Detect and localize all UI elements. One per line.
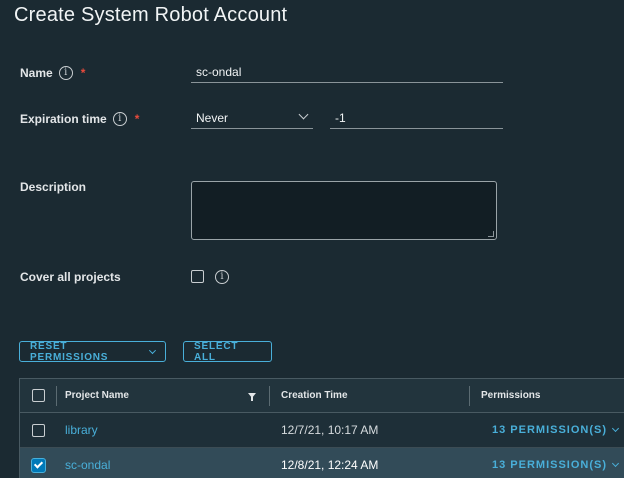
name-label-row: Name i *	[20, 66, 85, 80]
expiration-select-value: Never	[196, 111, 229, 125]
project-name-link[interactable]: library	[65, 413, 98, 447]
permissions-label: 13 PERMISSION(S)	[492, 424, 608, 436]
projects-table: Project Name Creation Time Permissions l…	[19, 378, 624, 478]
table-row[interactable]: sc-ondal 12/8/21, 12:24 AM 13 PERMISSION…	[20, 448, 624, 478]
header-project-name[interactable]: Project Name	[65, 379, 129, 412]
expiration-label: Expiration time	[20, 112, 107, 126]
reset-permissions-button[interactable]: RESET PERMISSIONS	[19, 340, 166, 363]
row-select-cell	[31, 448, 46, 478]
permissions-label: 13 PERMISSION(S)	[492, 459, 608, 471]
expiration-days-input[interactable]: -1	[330, 109, 503, 129]
select-all-label: SELECT ALL	[194, 340, 239, 363]
info-icon[interactable]: i	[58, 66, 73, 80]
column-separator	[56, 386, 57, 406]
table-header: Project Name Creation Time Permissions	[20, 379, 624, 413]
required-asterisk: *	[134, 112, 140, 126]
info-icon[interactable]: i	[112, 112, 127, 126]
table-row[interactable]: library 12/7/21, 10:17 AM 13 PERMISSION(…	[20, 413, 624, 448]
required-asterisk: *	[80, 66, 86, 80]
cover-all-checkbox[interactable]	[191, 270, 204, 283]
reset-permissions-label: RESET PERMISSIONS	[30, 340, 109, 363]
description-label: Description	[20, 180, 87, 194]
project-name-link[interactable]: sc-ondal	[65, 448, 110, 478]
chevron-down-icon	[298, 109, 309, 120]
column-separator[interactable]	[469, 386, 470, 406]
description-textarea[interactable]	[191, 181, 497, 240]
name-input[interactable]: sc-ondal	[191, 63, 503, 83]
chevron-down-icon	[611, 424, 620, 433]
chevron-down-icon	[611, 459, 620, 468]
description-label-row: Description	[20, 180, 86, 194]
cover-all-label-row: Cover all projects	[20, 270, 121, 284]
expiration-label-row: Expiration time i *	[20, 112, 139, 126]
chevron-down-icon	[149, 346, 157, 354]
filter-icon	[248, 393, 256, 401]
select-all-button[interactable]: SELECT ALL	[183, 340, 272, 363]
row-select-cell	[32, 413, 45, 447]
permissions-dropdown[interactable]: 13 PERMISSION(S)	[492, 413, 620, 447]
header-permissions[interactable]: Permissions	[481, 379, 540, 412]
resize-grip-icon[interactable]	[488, 231, 494, 237]
creation-time: 12/8/21, 12:24 AM	[281, 458, 379, 472]
filter-button[interactable]	[248, 379, 256, 412]
expiration-select[interactable]: Never	[191, 109, 313, 129]
header-creation-time[interactable]: Creation Time	[281, 379, 348, 412]
cover-all-label: Cover all projects	[20, 270, 121, 284]
creation-time: 12/7/21, 10:17 AM	[281, 423, 379, 437]
row-checkbox-checked[interactable]	[31, 457, 46, 473]
column-separator[interactable]	[269, 386, 270, 406]
info-icon[interactable]: i	[215, 270, 229, 284]
name-label: Name	[20, 66, 53, 80]
header-select-cell	[32, 379, 45, 412]
row-checkbox[interactable]	[32, 423, 45, 437]
dialog-title: Create System Robot Account	[14, 4, 288, 26]
checkmark-icon	[33, 459, 44, 469]
permissions-dropdown[interactable]: 13 PERMISSION(S)	[492, 448, 620, 478]
select-all-rows-checkbox[interactable]	[32, 389, 45, 402]
